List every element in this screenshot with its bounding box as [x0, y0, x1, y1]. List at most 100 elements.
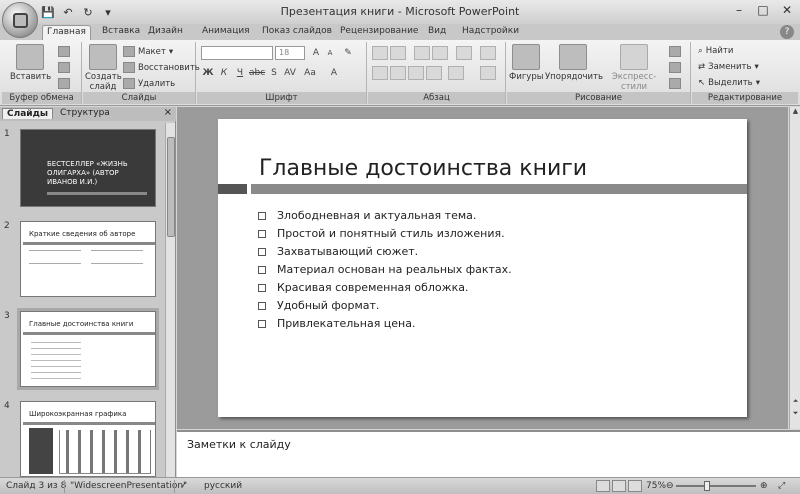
tab-design[interactable]: Дизайн	[144, 25, 187, 37]
clear-format-icon[interactable]: ✎	[341, 46, 355, 60]
minimize-button[interactable]: –	[730, 2, 748, 18]
slide-thumbnail-2[interactable]: Краткие сведения об авторе	[20, 221, 156, 297]
normal-view-icon[interactable]	[596, 480, 610, 492]
grow-font-icon[interactable]: A	[309, 46, 323, 60]
tab-home[interactable]: Главная	[42, 25, 91, 41]
ribbon: Вставить Буфер обмена Создать слайд Маке…	[0, 40, 800, 106]
thumbnail-list: 1 БЕСТСЕЛЛЕР «ЖИЗНЬ ОЛИГАРХА» (АВТОР ИВА…	[0, 123, 166, 477]
line-spacing-icon[interactable]	[456, 46, 472, 60]
font-color-icon[interactable]: A	[327, 66, 341, 80]
decrease-indent-icon[interactable]	[414, 46, 430, 60]
shape-outline-button[interactable]	[669, 62, 681, 73]
arrange-button[interactable]: Упорядочить	[545, 44, 603, 82]
tab-insert[interactable]: Вставка	[98, 25, 144, 37]
select-label: Выделить	[708, 78, 753, 88]
theme-name: "WidescreenPresentation"	[70, 481, 188, 491]
tab-review[interactable]: Рецензирование	[336, 25, 422, 37]
format-painter-button[interactable]	[58, 78, 70, 89]
slide-scrollbar[interactable]: ▲ ⏶ ⏷	[789, 107, 800, 429]
slide-thumbnail-1[interactable]: БЕСТСЕЛЛЕР «ЖИЗНЬ ОЛИГАРХА» (АВТОР ИВАНО…	[20, 129, 156, 207]
zoom-in-icon[interactable]: ⊕	[760, 481, 768, 491]
increase-indent-icon[interactable]	[432, 46, 448, 60]
prev-slide-icon[interactable]: ⏶	[790, 397, 800, 408]
slide-sorter-icon[interactable]	[612, 480, 626, 492]
italic-icon[interactable]: К	[217, 66, 231, 80]
zoom-slider-knob[interactable]	[704, 481, 710, 491]
office-button[interactable]	[2, 2, 38, 38]
tab-slides[interactable]: Слайды	[2, 108, 53, 119]
font-name-box[interactable]	[201, 46, 273, 60]
align-left-icon[interactable]	[372, 66, 388, 80]
columns-icon[interactable]	[448, 66, 464, 80]
quick-styles-icon	[620, 44, 648, 70]
notes-pane[interactable]: Заметки к слайду	[177, 430, 800, 477]
fit-slide-icon[interactable]: ⤢	[778, 481, 785, 491]
shrink-font-icon[interactable]: A	[323, 46, 337, 60]
thumb-title: БЕСТСЕЛЛЕР «ЖИЗНЬ ОЛИГАРХА» (АВТОР ИВАНО…	[47, 160, 128, 186]
layout-button[interactable]: Макет ▾	[123, 46, 173, 57]
bullet-list[interactable]: Злободневная и актуальная тема. Простой …	[258, 209, 558, 335]
strikethrough-icon[interactable]: abc	[249, 66, 265, 80]
smartart-icon[interactable]	[480, 66, 496, 80]
delete-slide-button[interactable]: Удалить	[123, 78, 175, 89]
find-button[interactable]: ⌕ Найти	[698, 46, 733, 56]
next-slide-icon[interactable]: ⏷	[790, 409, 800, 420]
quick-styles-button[interactable]: Экспресс-стили	[601, 44, 667, 92]
copy-button[interactable]	[58, 62, 70, 73]
numbering-icon[interactable]	[390, 46, 406, 60]
zoom-level[interactable]: 75%	[646, 481, 666, 491]
slide-thumbnail-4[interactable]: Широкоэкранная графика	[20, 401, 156, 477]
paste-button[interactable]: Вставить	[10, 44, 52, 82]
align-right-icon[interactable]	[408, 66, 424, 80]
reset-button[interactable]: Восстановить	[123, 62, 200, 73]
spellcheck-icon[interactable]: ✓	[180, 481, 188, 491]
slides-pane-scrollbar[interactable]	[165, 123, 175, 477]
slideshow-icon[interactable]	[628, 480, 642, 492]
align-center-icon[interactable]	[390, 66, 406, 80]
shadow-icon[interactable]: S	[267, 66, 281, 80]
slide-title[interactable]: Главные достоинства книги	[259, 156, 587, 181]
font-size-box[interactable]: 18	[275, 46, 305, 60]
scroll-up-icon[interactable]: ▲	[790, 107, 800, 118]
zoom-slider[interactable]	[676, 485, 756, 487]
shape-fill-button[interactable]	[669, 46, 681, 57]
bullets-icon[interactable]	[372, 46, 388, 60]
bullet-item: Злободневная и актуальная тема.	[258, 209, 558, 222]
quick-styles-label: Экспресс-стили	[611, 72, 657, 92]
select-button[interactable]: ↖ Выделить ▾	[698, 78, 760, 88]
text-direction-icon[interactable]	[480, 46, 496, 60]
scrollbar-thumb[interactable]	[167, 137, 175, 237]
thumb-subtitle-line	[47, 192, 147, 195]
justify-icon[interactable]	[426, 66, 442, 80]
paste-icon	[16, 44, 44, 70]
reset-icon	[123, 62, 135, 73]
pane-close-icon[interactable]: ×	[164, 107, 172, 118]
shape-effects-button[interactable]	[669, 78, 681, 89]
help-icon[interactable]: ?	[780, 25, 794, 39]
replace-button[interactable]: ⇄ Заменить ▾	[698, 62, 759, 72]
notes-placeholder: Заметки к слайду	[187, 438, 291, 451]
cut-button[interactable]	[58, 46, 70, 57]
bold-icon[interactable]: Ж	[201, 66, 215, 80]
current-slide[interactable]: Главные достоинства книги Злободневная и…	[218, 119, 747, 417]
new-slide-button[interactable]: Создать слайд	[85, 44, 122, 92]
maximize-button[interactable]: □	[754, 2, 772, 18]
tab-outline[interactable]: Структура	[56, 108, 114, 118]
new-slide-icon	[89, 44, 117, 70]
tab-addins[interactable]: Надстройки	[458, 25, 523, 37]
tab-view[interactable]: Вид	[424, 25, 450, 37]
language-label[interactable]: русский	[204, 481, 242, 491]
drawing-group-label: Рисование	[507, 92, 690, 104]
underline-icon[interactable]: Ч	[233, 66, 247, 80]
tab-animation[interactable]: Анимация	[198, 25, 254, 37]
paste-label: Вставить	[10, 72, 52, 82]
tab-slideshow[interactable]: Показ слайдов	[258, 25, 336, 37]
close-button[interactable]: ✕	[778, 2, 796, 18]
bullet-item: Материал основан на реальных фактах.	[258, 263, 558, 276]
shape-fill-icon	[669, 46, 681, 57]
case-icon[interactable]: Aa	[303, 66, 317, 80]
zoom-out-icon[interactable]: ⊖	[666, 481, 674, 491]
shapes-button[interactable]: Фигуры	[509, 44, 543, 82]
spacing-icon[interactable]: AV	[283, 66, 297, 80]
slide-thumbnail-3[interactable]: Главные достоинства книги	[17, 308, 159, 390]
